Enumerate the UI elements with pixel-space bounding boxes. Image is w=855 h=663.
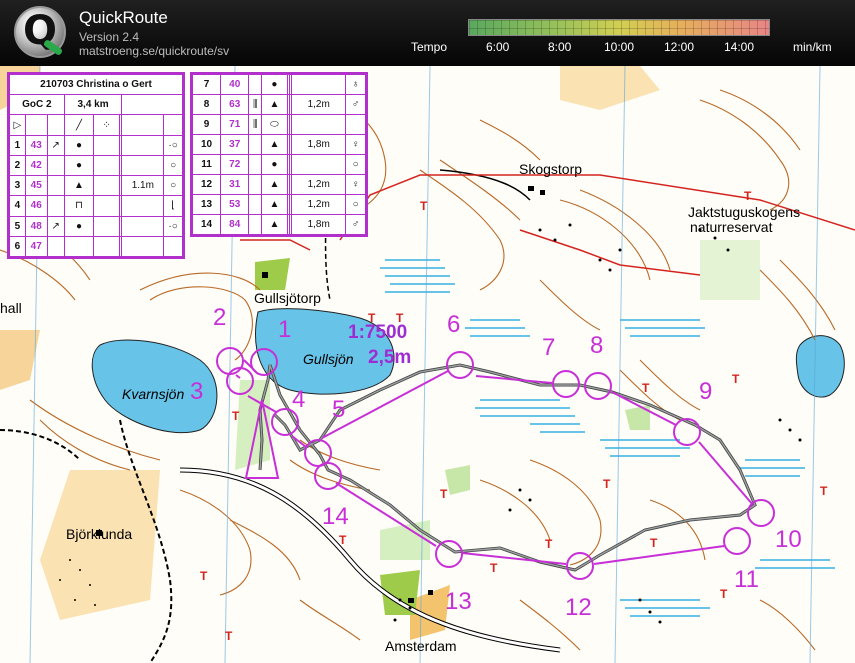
control-number[interactable]: 11 <box>734 566 759 594</box>
control-number[interactable]: 5 <box>332 396 345 424</box>
app-url: matstroeng.se/quickroute/sv <box>79 44 230 58</box>
tempo-tick: 14:00 <box>724 40 755 54</box>
tempo-tick: 6:00 <box>486 40 510 54</box>
course-length: 3,4 km <box>63 94 123 116</box>
description-row: 11 72 ● ○ <box>191 154 366 175</box>
control-number[interactable]: 9 <box>699 378 712 406</box>
svg-text:T: T <box>420 199 428 213</box>
svg-text:T: T <box>339 533 347 547</box>
svg-text:T: T <box>490 561 498 575</box>
svg-text:T: T <box>200 569 208 583</box>
control-number[interactable]: 8 <box>590 332 603 360</box>
description-row: 8 63 ⫼ ▲ 1,2m ♂ <box>191 94 366 115</box>
quickroute-logo-icon: Q <box>14 6 66 58</box>
app-name: QuickRoute <box>79 8 168 27</box>
description-row: 5 48 ↗ ● ·○ <box>9 215 183 237</box>
tempo-tick: 10:00 <box>604 40 635 54</box>
orienteering-map[interactable]: TTT TTT TTT TTT TTT TTT <box>0 66 855 663</box>
class-name: GoC 2 <box>9 94 65 116</box>
place-hall: hall <box>0 300 22 316</box>
control-number[interactable]: 2 <box>213 304 226 332</box>
place-amsterdam: Amsterdam <box>385 638 457 654</box>
svg-text:T: T <box>732 372 740 386</box>
svg-text:T: T <box>744 189 752 203</box>
control-number[interactable]: 10 <box>775 526 802 554</box>
tempo-gradient-bar <box>468 19 770 36</box>
place-jaktstuguskogens: Jaktstuguskogens <box>688 204 801 220</box>
app-version: Version 2.4 <box>79 30 140 44</box>
line-feature-icon: ╱ <box>63 114 95 136</box>
description-row: 10 37 ▲ 1,8m ♀ <box>191 134 366 155</box>
svg-text:T: T <box>232 409 240 423</box>
description-row: 9 71 ⫼ ⬭ <box>191 114 366 135</box>
control-number[interactable]: 4 <box>292 386 305 414</box>
place-gullsjotorp: Gullsjötorp <box>254 290 321 306</box>
control-number[interactable]: 7 <box>542 334 555 362</box>
contour-interval: 2,5m <box>368 347 412 368</box>
control-number[interactable]: 12 <box>565 594 592 622</box>
description-row: 2 42 ● ○ <box>9 154 183 177</box>
control-number[interactable]: 1 <box>278 316 291 344</box>
control-number[interactable]: 14 <box>322 503 349 531</box>
control-description-left: 210703 Christina o Gert GoC 2 3,4 km ▷ ╱… <box>7 72 185 259</box>
tempo-unit: min/km <box>793 40 832 54</box>
control-description-right: 7 40 ● ♁ 8 63 ⫼ ▲ 1,2m ♂ 9 71 ⫼ ⬭ 10 37 ▲ <box>190 72 368 237</box>
start-triangle-icon: ▷ <box>9 114 26 136</box>
svg-text:T: T <box>440 487 448 501</box>
description-row: 14 84 ▲ 1,8m ♂ <box>191 214 366 235</box>
svg-text:T: T <box>225 629 233 643</box>
description-row: 12 31 ▲ 1,2m ♀ <box>191 174 366 195</box>
control-number[interactable]: 13 <box>445 588 472 616</box>
svg-text:T: T <box>545 537 553 551</box>
app-header: Q QuickRoute Version 2.4 matstroeng.se/q… <box>0 0 855 66</box>
place-gullsjon: Gullsjön <box>303 351 354 367</box>
place-bjorklunda: Björklunda <box>66 526 133 542</box>
description-row: 4 46 ⊓ ⌊ <box>9 195 183 217</box>
svg-text:T: T <box>603 477 611 491</box>
description-row: 3 45 ▲ 1.1m ○ <box>9 175 183 197</box>
tempo-label: Tempo <box>411 40 448 54</box>
description-row: 1 43 ↗ ● ·○ <box>9 134 183 156</box>
control-number[interactable]: 6 <box>447 311 460 339</box>
svg-text:T: T <box>650 536 658 550</box>
place-kvarnsjon: Kvarnsjön <box>122 386 185 402</box>
place-naturreservat: naturreservat <box>690 219 773 235</box>
tempo-tick: 12:00 <box>664 40 695 54</box>
svg-text:T: T <box>642 381 650 395</box>
tempo-tick: 8:00 <box>548 40 572 54</box>
svg-text:T: T <box>820 484 828 498</box>
svg-text:T: T <box>720 587 728 601</box>
dotted-circle-icon: ⁘ <box>93 114 120 136</box>
map-scale: 1:7500 <box>348 322 408 343</box>
description-row: 6 47 <box>9 235 183 258</box>
description-row: 13 53 ▲ 1,2m ○ <box>191 194 366 215</box>
control-number[interactable]: 3 <box>190 378 203 406</box>
place-skogstorp: Skogstorp <box>519 161 583 177</box>
event-name: 210703 Christina o Gert <box>9 73 183 96</box>
description-row: 7 40 ● ♁ <box>191 74 366 95</box>
